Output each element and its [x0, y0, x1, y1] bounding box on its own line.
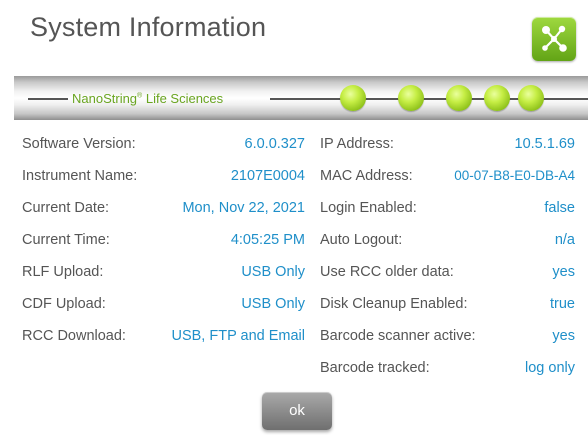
info-label: RLF Upload: [22, 264, 104, 280]
info-row-instrument-name: Instrument Name: 2107E0004 [0, 168, 310, 190]
status-dot [484, 85, 510, 111]
status-dot [398, 85, 424, 111]
info-row-disk-cleanup-enabled: Disk Cleanup Enabled: true [316, 296, 575, 318]
status-dot [446, 85, 472, 111]
info-value: log only [525, 360, 575, 376]
info-row-use-rcc-older-data: Use RCC older data: yes [316, 264, 575, 286]
info-label: Barcode scanner active: [320, 328, 476, 344]
banner-rule-left [28, 98, 68, 100]
ok-button[interactable]: ok [262, 392, 332, 430]
info-label: Barcode tracked: [320, 360, 430, 376]
info-label: Current Date: [22, 200, 110, 216]
info-row-login-enabled: Login Enabled: false [316, 200, 575, 222]
info-label: Use RCC older data: [320, 264, 454, 280]
network-nodes-icon [542, 25, 567, 52]
info-value: Mon, Nov 22, 2021 [182, 200, 305, 216]
info-value: USB Only [241, 264, 305, 280]
info-row-auto-logout: Auto Logout: n/a [316, 232, 575, 254]
info-value: 00-07-B8-E0-DB-A4 [454, 168, 575, 183]
info-label: MAC Address: [320, 168, 413, 184]
info-row-current-time: Current Time: 4:05:25 PM [0, 232, 310, 254]
info-row-cdf-upload: CDF Upload: USB Only [0, 296, 310, 318]
info-value: 6.0.0.327 [244, 136, 305, 152]
system-information-dialog: System Information NanoString® Life Scie… [0, 0, 588, 435]
info-label: Disk Cleanup Enabled: [320, 296, 468, 312]
info-row-ip-address: IP Address: 10.5.1.69 [316, 136, 575, 158]
info-value: true [550, 296, 575, 312]
info-label: Current Time: [22, 232, 110, 248]
info-label: CDF Upload: [22, 296, 106, 312]
info-row-rcc-download: RCC Download: USB, FTP and Email [0, 328, 310, 350]
status-dot [518, 85, 544, 111]
info-row-rlf-upload: RLF Upload: USB Only [0, 264, 310, 286]
status-dot [340, 85, 366, 111]
info-label: Software Version: [22, 136, 136, 152]
brand-label: NanoString® Life Sciences [72, 91, 224, 106]
info-label: Instrument Name: [22, 168, 138, 184]
info-value: false [544, 200, 575, 216]
info-value: 4:05:25 PM [230, 232, 305, 248]
network-button[interactable] [532, 17, 576, 61]
info-value: n/a [554, 232, 575, 248]
info-value: yes [552, 264, 575, 280]
info-row-current-date: Current Date: Mon, Nov 22, 2021 [0, 200, 310, 222]
info-label: Auto Logout: [320, 232, 403, 248]
info-row-barcode-scanner-active: Barcode scanner active: yes [316, 328, 575, 350]
info-row-barcode-tracked: Barcode tracked: log only [316, 360, 575, 382]
info-label: RCC Download: [22, 328, 126, 344]
info-value: 10.5.1.69 [514, 136, 575, 152]
info-label: IP Address: [320, 136, 394, 152]
nanostring-banner: NanoString® Life Sciences [14, 76, 588, 120]
info-row-mac-address: MAC Address: 00-07-B8-E0-DB-A4 [316, 168, 575, 190]
info-value: yes [552, 328, 575, 344]
dialog-title: System Information [30, 12, 267, 42]
info-row-software-version: Software Version: 6.0.0.327 [0, 136, 310, 158]
info-value: USB Only [241, 296, 305, 312]
info-value: USB, FTP and Email [171, 328, 305, 344]
info-label: Login Enabled: [320, 200, 417, 216]
info-value: 2107E0004 [230, 168, 305, 184]
